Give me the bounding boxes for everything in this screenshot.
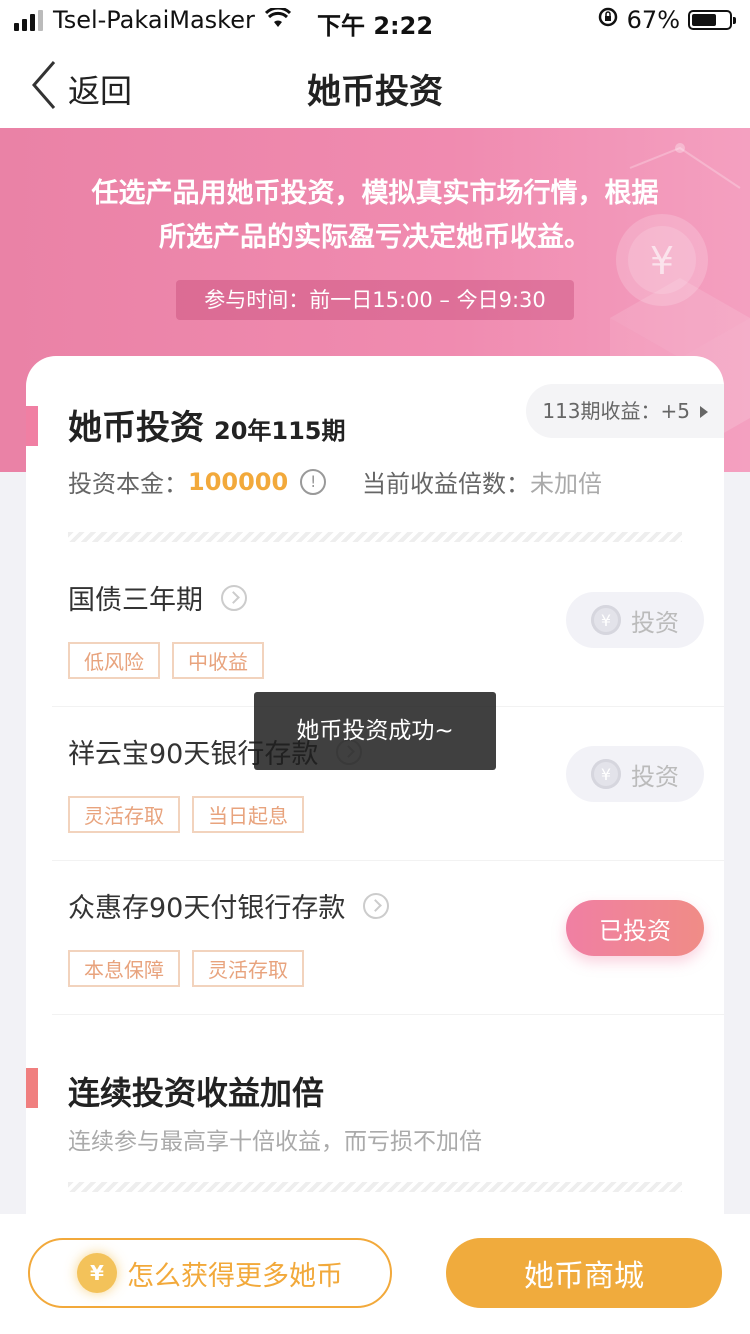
product-name-text: 国债三年期 [68, 585, 203, 616]
tag: 本息保障 [68, 950, 180, 987]
battery-icon [688, 10, 736, 30]
status-bar: Tsel-PakaiMasker 下午 2:22 67% [0, 0, 750, 44]
earn-more-coins-button[interactable]: ¥ 怎么获得更多她币 [28, 1238, 392, 1308]
multiplier-row: 当前收益倍数：未加倍 [362, 464, 602, 499]
product-name-text: 众惠存90天付银行存款 [68, 893, 346, 924]
rotation-lock-icon [597, 6, 619, 34]
tag: 中收益 [172, 642, 264, 679]
multiplier-value: 未加倍 [530, 470, 602, 498]
invested-button-label: 已投资 [599, 916, 671, 945]
coin-mall-label: 她币商城 [524, 1259, 644, 1294]
invest-button-label: 投资 [631, 762, 679, 791]
card-title-text: 她币投资 [68, 408, 204, 448]
nav-bar: 返回 她币投资 [0, 44, 750, 128]
product-name[interactable]: 国债三年期 [68, 578, 247, 617]
issue-number: 20年115期 [214, 417, 346, 445]
previous-earnings-label: 113期收益：+5 [542, 399, 690, 423]
principal-row: 投资本金： 100000 ! [68, 464, 327, 499]
hatch-divider [68, 532, 682, 542]
product-tags: 本息保障 灵活存取 [68, 950, 304, 987]
multiplier-label: 当前收益倍数： [362, 470, 530, 498]
banner-line-2: 所选产品的实际盈亏决定她币收益。 [159, 222, 591, 253]
principal-value: 100000 [188, 467, 289, 496]
coin-icon: ¥ [591, 759, 621, 789]
participation-time: 参与时间：前一日15:00 – 今日9:30 [176, 280, 574, 320]
invested-button[interactable]: 已投资 [566, 900, 704, 956]
section-accent [26, 1068, 38, 1108]
product-name[interactable]: 众惠存90天付银行存款 [68, 886, 390, 925]
tag: 低风险 [68, 642, 160, 679]
chevron-right-icon[interactable] [221, 584, 247, 611]
product-tags: 低风险 中收益 [68, 642, 264, 679]
investment-card: 她币投资 20年115期 113期收益：+5 投资本金： 100000 ! 当前收… [26, 356, 724, 1236]
chevron-right-icon[interactable] [363, 892, 390, 919]
product-item: 国债三年期 低风险 中收益 ¥ 投资 [52, 552, 724, 707]
card-title: 她币投资 20年115期 [68, 400, 346, 449]
product-item: 众惠存90天付银行存款 本息保障 灵活存取 已投资 [52, 860, 724, 1015]
coin-icon: ¥ [77, 1253, 117, 1293]
page-title: 她币投资 [307, 72, 443, 112]
banner-description: 任选产品用她币投资，模拟真实市场行情，根据 所选产品的实际盈亏决定她币收益。 [40, 172, 710, 260]
title-accent [26, 406, 38, 446]
tag: 当日起息 [192, 796, 304, 833]
battery-percent: 67% [626, 6, 680, 34]
earn-more-label: 怎么获得更多她币 [127, 1260, 343, 1292]
principal-label: 投资本金： [68, 470, 188, 498]
tag: 灵活存取 [192, 950, 304, 987]
triangle-right-icon [700, 406, 708, 418]
hatch-divider [68, 1182, 682, 1192]
success-toast: 她币投资成功~ [254, 692, 496, 770]
coin-mall-button[interactable]: 她币商城 [446, 1238, 722, 1308]
coin-icon: ¥ [591, 605, 621, 635]
invest-button[interactable]: ¥ 投资 [566, 592, 704, 648]
tag: 灵活存取 [68, 796, 180, 833]
banner-line-1: 任选产品用她币投资，模拟真实市场行情，根据 [91, 178, 659, 209]
previous-earnings-button[interactable]: 113期收益：+5 [526, 384, 724, 438]
product-tags: 灵活存取 当日起息 [68, 796, 304, 833]
invest-button-label: 投资 [631, 608, 679, 637]
info-icon[interactable]: ! [300, 468, 327, 495]
invest-button[interactable]: ¥ 投资 [566, 746, 704, 802]
bottom-bar: ¥ 怎么获得更多她币 她币商城 [0, 1214, 750, 1334]
section-title: 连续投资收益加倍 [68, 1074, 325, 1112]
status-right: 67% [597, 6, 736, 34]
section-subtitle: 连续参与最高享十倍收益，而亏损不加倍 [68, 1129, 482, 1155]
